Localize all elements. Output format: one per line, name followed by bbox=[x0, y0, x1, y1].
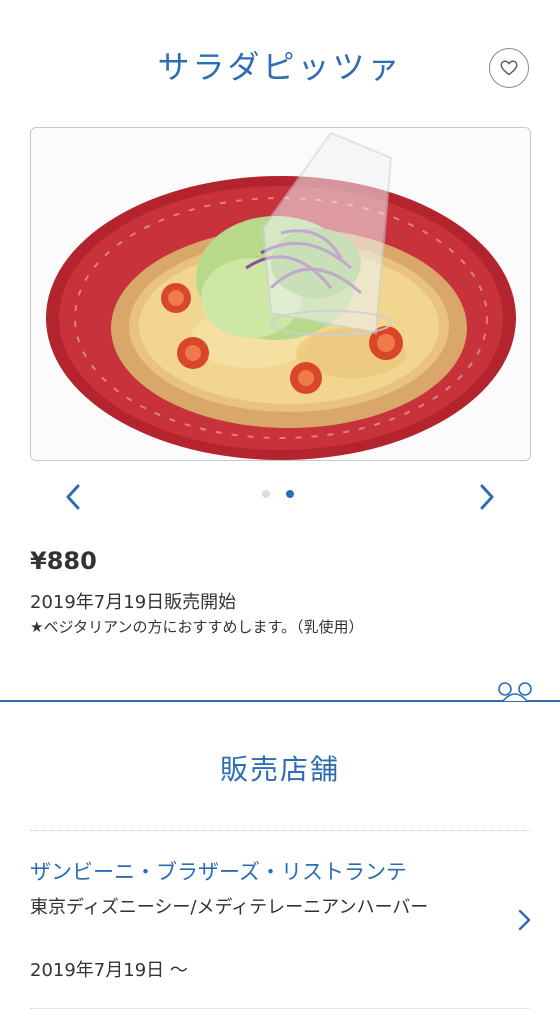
chevron-right-icon bbox=[480, 484, 494, 510]
favorite-button[interactable] bbox=[489, 48, 529, 88]
carousel-dot-2[interactable] bbox=[286, 490, 294, 498]
carousel-next-button[interactable] bbox=[472, 480, 502, 514]
dotted-divider bbox=[30, 1008, 530, 1009]
store-item[interactable]: ザンビーニ・ブラザーズ・リストランテ 東京ディズニーシー/メディテレーニアンハー… bbox=[0, 836, 560, 1004]
product-note: ★ベジタリアンの方におすすめします。（乳使用） bbox=[30, 618, 364, 636]
chevron-right-icon bbox=[518, 909, 531, 931]
carousel-dot-1[interactable] bbox=[262, 490, 270, 498]
mickey-icon bbox=[498, 682, 532, 702]
pizza-photo bbox=[46, 131, 516, 460]
chevron-left-icon bbox=[66, 484, 80, 510]
store-date: 2019年7月19日 ～ bbox=[30, 960, 188, 981]
dotted-divider bbox=[30, 830, 530, 831]
product-photo[interactable] bbox=[30, 127, 531, 461]
header: サラダピッツァ bbox=[0, 0, 560, 120]
page-title: サラダピッツァ bbox=[157, 48, 403, 86]
price: ¥880 bbox=[30, 547, 97, 575]
heart-icon bbox=[500, 60, 518, 76]
store-name: ザンビーニ・ブラザーズ・リストランテ bbox=[30, 860, 407, 884]
release-date: 2019年7月19日販売開始 bbox=[30, 592, 237, 613]
carousel-prev-button[interactable] bbox=[58, 480, 88, 514]
store-location: 東京ディズニーシー/メディテレーニアンハーバー bbox=[30, 897, 429, 918]
carousel-indicator bbox=[262, 490, 294, 500]
stores-section-title: 販売店舗 bbox=[219, 753, 340, 786]
section-divider bbox=[0, 700, 560, 702]
